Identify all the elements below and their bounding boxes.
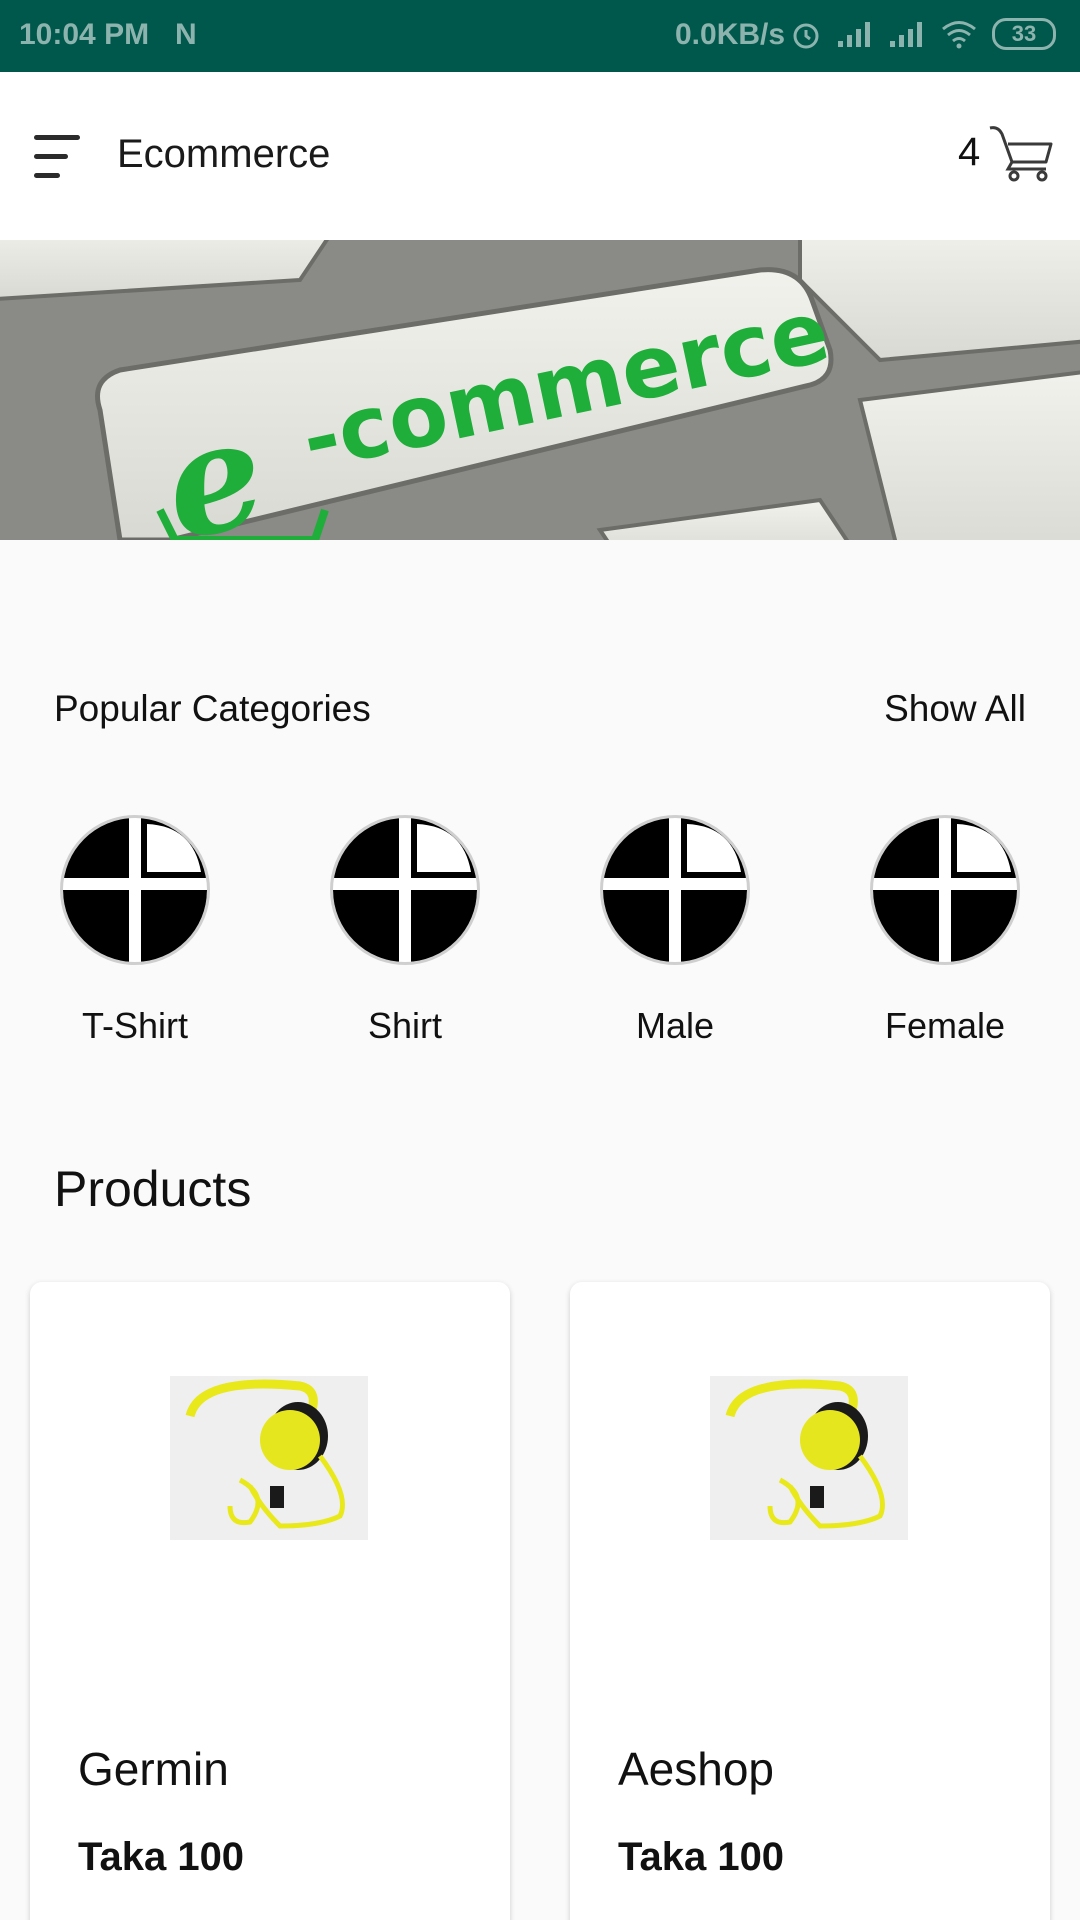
- product-price: Taka 100: [618, 1835, 785, 1879]
- battery-icon: 33: [992, 18, 1056, 50]
- category-item-female[interactable]: Female: [835, 815, 1055, 1047]
- category-icon: [600, 815, 750, 965]
- signal-icon: [838, 22, 870, 47]
- products-title: Products: [54, 1161, 252, 1217]
- category-item-tshirt[interactable]: T-Shirt: [25, 815, 245, 1047]
- product-name: Germin: [78, 1743, 229, 1795]
- category-icon: [870, 815, 1020, 965]
- app-title: Ecommerce: [117, 132, 331, 176]
- popular-categories-title: Popular Categories: [54, 688, 371, 729]
- product-image: [710, 1376, 908, 1540]
- banner-image: -commerce e: [0, 240, 1080, 540]
- category-label: Shirt: [367, 1005, 443, 1046]
- category-label: T-Shirt: [81, 1005, 188, 1046]
- app-bar: Ecommerce 4: [0, 72, 1080, 240]
- product-image: [170, 1376, 368, 1540]
- notification-n-icon: N: [175, 18, 197, 51]
- show-all-link[interactable]: Show All: [884, 688, 1026, 730]
- status-time: 10:04 PM: [19, 18, 150, 51]
- signal-icon: [890, 22, 922, 47]
- category-icon: [60, 815, 210, 965]
- status-bar: 10:04 PM N 0.0KB/s 33: [0, 0, 1080, 72]
- category-label: Female: [884, 1005, 1006, 1046]
- product-card[interactable]: Aeshop Taka 100: [570, 1282, 1050, 1920]
- wifi-icon: [942, 21, 976, 49]
- category-item-shirt[interactable]: Shirt: [295, 815, 515, 1047]
- menu-icon[interactable]: [34, 135, 82, 179]
- screen: 10:04 PM N 0.0KB/s 33 Ecommerce 4 -comme…: [0, 0, 1080, 1920]
- cart-icon[interactable]: [988, 122, 1054, 182]
- product-price: Taka 100: [78, 1835, 245, 1879]
- category-label: Male: [635, 1005, 715, 1046]
- category-item-male[interactable]: Male: [565, 815, 785, 1047]
- cart-count-badge: 4: [958, 130, 981, 174]
- alarm-icon: [793, 23, 819, 49]
- ecommerce-banner: -commerce e: [0, 240, 1080, 540]
- product-name: Aeshop: [618, 1743, 775, 1795]
- category-icon: [330, 815, 480, 965]
- network-speed: 0.0KB/s: [675, 18, 786, 51]
- status-icons: 33: [790, 18, 1056, 50]
- product-card[interactable]: Germin Taka 100: [30, 1282, 510, 1920]
